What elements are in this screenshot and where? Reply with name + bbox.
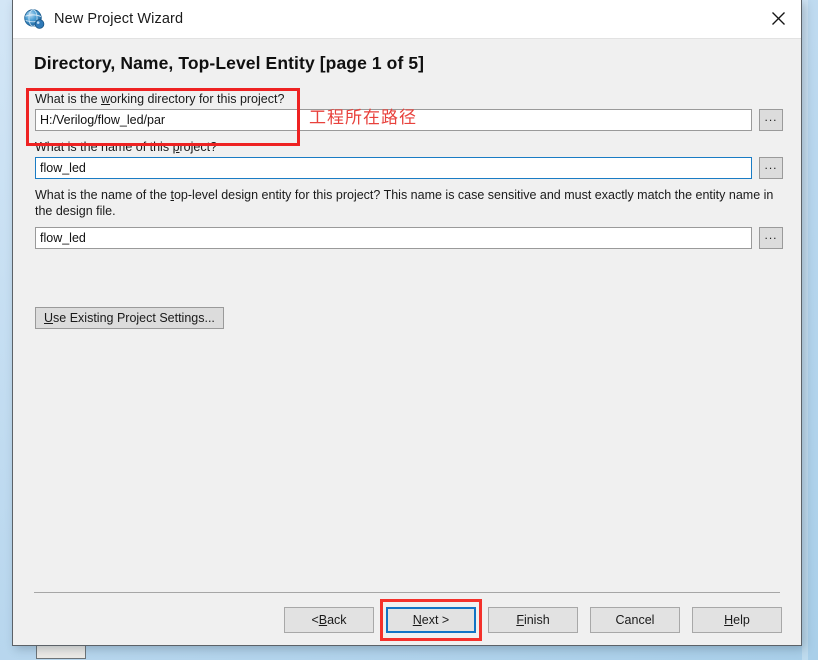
top-level-entity-input[interactable] — [35, 227, 752, 249]
page-title: Directory, Name, Top-Level Entity [page … — [34, 53, 425, 73]
working-directory-browse-button[interactable]: ... — [759, 109, 783, 131]
top-level-entity-row: ... — [35, 227, 783, 249]
title-bar: New Project Wizard — [13, 0, 801, 39]
top-level-entity-browse-button[interactable]: ... — [759, 227, 783, 249]
project-name-label-row: What is the name of this project? — [35, 139, 217, 155]
help-button-wrap: Help — [692, 607, 782, 633]
window-title: New Project Wizard — [54, 11, 184, 27]
finish-button-wrap: Finish — [488, 607, 578, 633]
working-directory-label-row: What is the working directory for this p… — [35, 91, 284, 107]
dialog-button-bar: < Back Next > Finish Cancel Help — [284, 599, 782, 641]
footer-separator — [34, 592, 780, 593]
working-directory-label: What is the working directory for this p… — [35, 92, 285, 106]
next-button-wrap: Next > — [380, 599, 482, 641]
background-window-tab — [36, 645, 86, 659]
use-existing-project-settings-button[interactable]: Use Existing Project Settings... — [35, 307, 224, 329]
project-name-browse-button[interactable]: ... — [759, 157, 783, 179]
project-name-row: ... — [35, 157, 783, 179]
top-level-entity-label-row: What is the name of the top-level design… — [35, 187, 775, 219]
quartus-globe-icon — [23, 8, 45, 30]
back-button-wrap: < Back — [284, 607, 374, 633]
new-project-wizard-dialog: New Project Wizard Directory, Name, Top-… — [12, 0, 802, 646]
finish-button[interactable]: Finish — [488, 607, 578, 633]
project-name-input[interactable] — [35, 157, 752, 179]
parent-window-edge — [802, 0, 808, 660]
project-name-label: What is the name of this project? — [35, 140, 218, 154]
close-icon[interactable] — [755, 0, 801, 37]
working-directory-row: ... — [35, 109, 783, 131]
help-button[interactable]: Help — [692, 607, 782, 633]
dialog-body: Directory, Name, Top-Level Entity [page … — [13, 39, 801, 645]
next-button[interactable]: Next > — [386, 607, 476, 633]
back-button[interactable]: < Back — [284, 607, 374, 633]
top-level-entity-label: What is the name of the top-level design… — [35, 188, 774, 218]
cancel-button[interactable]: Cancel — [590, 607, 680, 633]
cancel-button-wrap: Cancel — [590, 607, 680, 633]
working-directory-input[interactable] — [35, 109, 752, 131]
